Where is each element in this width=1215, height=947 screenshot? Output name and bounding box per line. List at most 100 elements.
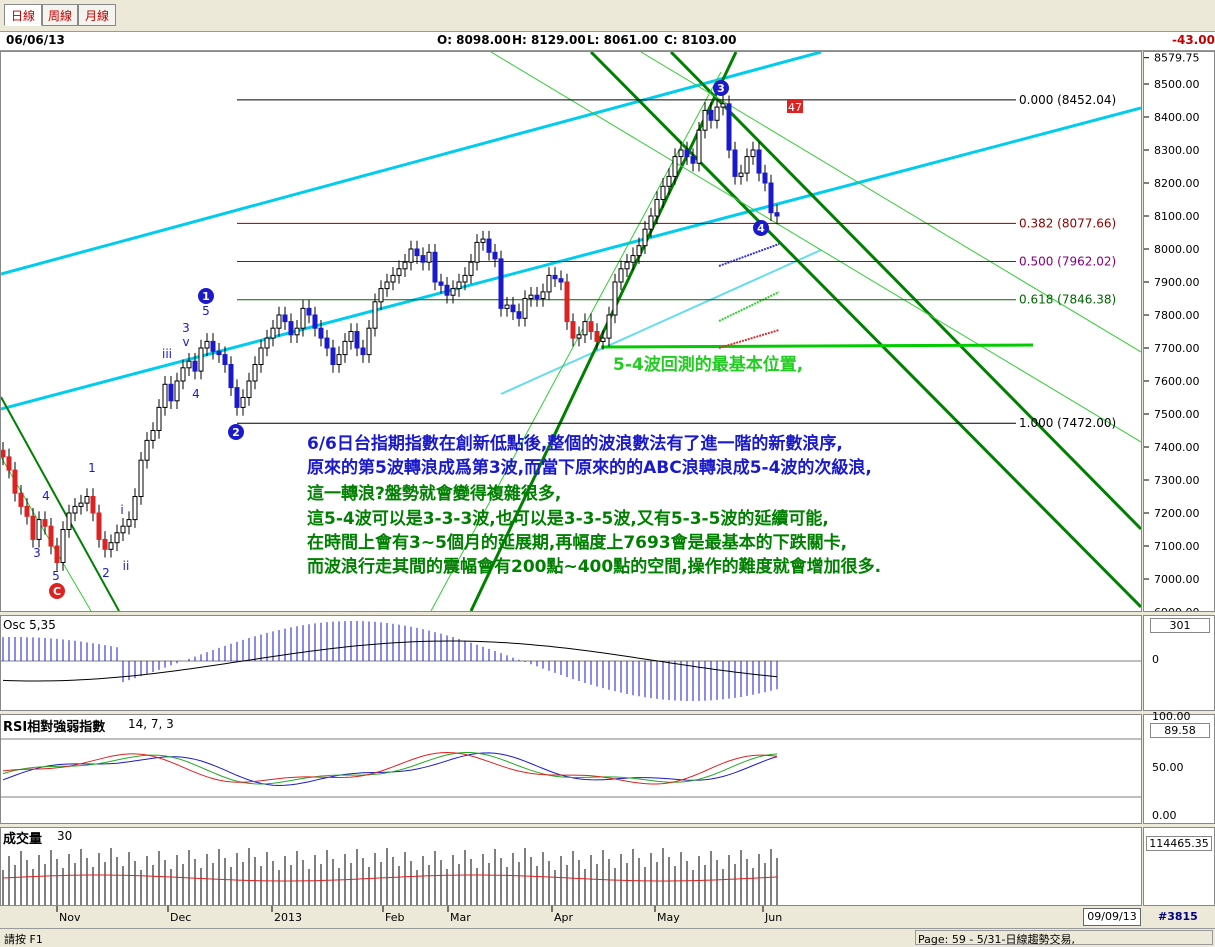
y-tick-label: 8000.00 [1154,243,1200,256]
candle-body [180,367,186,382]
y-tick-label: 7600.00 [1154,375,1200,388]
y-tick-label: 8200.00 [1154,177,1200,190]
wave-label-ii: ii [123,559,130,573]
candle-body [1,449,6,458]
candle-body [384,281,390,290]
candle-body [600,337,606,342]
y-tick-label: 7000.00 [1154,573,1200,586]
x-tick-label: 2013 [274,911,302,924]
candle-body [96,512,102,540]
support-line [600,343,1034,349]
y-tick-label: 8300.00 [1154,144,1200,157]
candle-body [102,538,108,550]
y-tick-label: 7900.00 [1154,276,1200,289]
candle-body [666,175,672,187]
tab-monthly[interactable]: 月線 [78,4,116,26]
candle-body [246,380,252,398]
x-tick-label: Nov [59,911,81,924]
candle-body [732,149,738,177]
candle-body [204,340,210,349]
candle-body [552,274,558,280]
candle-body [144,439,150,461]
wave-label-i: i [120,503,123,517]
wave-label-3: 3 [182,321,190,335]
oscillator-panel[interactable]: Osc 5,35 [0,615,1142,711]
y-tick-label: 7800.00 [1154,309,1200,322]
candle-body [306,307,312,316]
candle-body [762,172,768,184]
wave-circle-1-label: 1 [202,290,210,303]
rsi-axis: 100.00 89.58 50.00 0.00 [1143,710,1215,824]
candle-body [318,327,324,339]
rsi-line [2,752,778,787]
candle-body [252,364,258,382]
quote-open: O: 8098.00 [437,33,511,47]
timeframe-tabbar: 日線 周線 月線 [0,0,1215,30]
candle-body [342,340,348,356]
candle-body [348,331,354,342]
candle-body [408,248,414,263]
commentary-line-3: 這一轉浪?盤勢就會變得複雜很多, [307,483,561,504]
projection-blue [718,243,780,267]
quote-low: L: 8061.00 [587,33,659,47]
candle-body [516,311,522,319]
candle-body [678,149,684,158]
candle-body [420,255,426,263]
candle-body [288,321,294,336]
candle-body [6,456,12,471]
candle-body [714,106,720,121]
candle-body [240,397,246,408]
candle-body [186,360,192,369]
wave-label-4-sub: 4 [192,387,200,401]
osc-zero-tick: 0 [1152,653,1159,666]
candle-body [594,331,600,342]
fib-level-label: 0.000 (8452.04) [1019,93,1116,107]
candle-body [570,321,576,339]
candle-body [198,347,204,372]
y-tick-label: 6900.00 [1154,606,1200,611]
candle-body [462,274,468,283]
candle-body [726,103,732,151]
candle-body [30,515,36,540]
rsi-panel[interactable]: RSI相對強弱指數 14, 7, 3 [0,714,1142,824]
volume-panel[interactable]: 成交量 30 [0,827,1142,906]
price-chart-svg: 0.000 (8452.04) 0.382 (8077.66) 0.500 (796… [1,52,1141,611]
channel-line-cyan-middle [1,106,1141,411]
candle-body [702,109,708,131]
volume-value: 114465.35 [1146,836,1212,851]
end-date-box[interactable]: 09/09/13 [1083,908,1141,926]
x-tick-label: Dec [170,911,191,924]
candle-body [564,281,570,323]
candle-body [690,156,696,164]
rsi-value: 89.58 [1150,723,1210,738]
quote-info-bar: 06/06/13 O: 8098.00 H: 8129.00 L: 8061.0… [0,31,1215,51]
candle-body [282,314,288,323]
candle-body [294,327,300,336]
candle-body [12,469,18,494]
candle-body [192,360,198,372]
candle-body [228,364,234,389]
candle-body [372,301,378,329]
tab-weekly[interactable]: 周線 [42,4,78,26]
candle-body [654,199,660,217]
osc-value: 301 [1150,618,1210,633]
candle-body [396,268,402,276]
candle-body [660,185,666,201]
commentary-line-2: 原來的第5波轉浪成爲第3波,而當下原來的的ABC浪轉浪成5-4波的次級浪, [307,457,872,478]
quote-change: -43.00 [1172,33,1215,47]
candle-body [258,347,264,365]
candle-body [438,281,444,286]
tab-daily[interactable]: 日線 [4,4,42,26]
candle-body [216,350,222,356]
time-axis-bar: Nov Dec 2013 Feb Mar Apr May Jun 09/09/13 #3815 [0,906,1215,928]
candle-body [378,288,384,303]
price-chart-panel[interactable]: 0.000 (8452.04) 0.382 (8077.66) 0.500 (796… [0,51,1142,612]
quote-high: H: 8129.00 [512,33,586,47]
candle-body [72,505,78,514]
candle-body [768,182,774,214]
candle-body [366,327,372,356]
candle-body [492,251,498,260]
wave-circle-4-label: 4 [757,222,765,235]
candle-body [756,149,762,174]
candle-body [624,261,630,270]
